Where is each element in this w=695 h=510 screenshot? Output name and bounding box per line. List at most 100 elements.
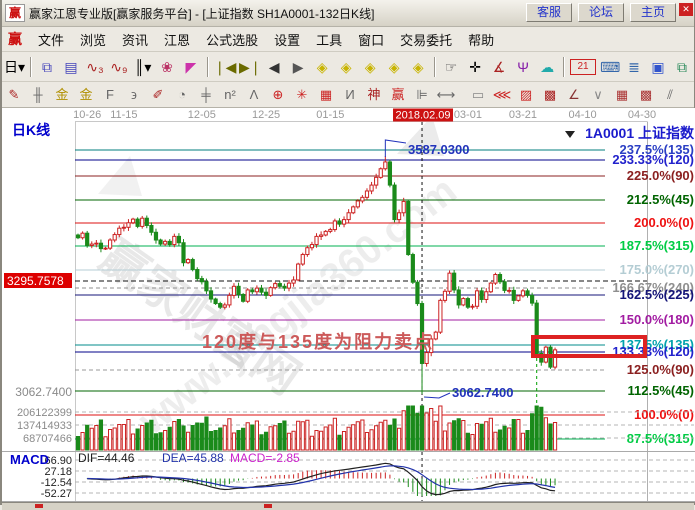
menu-item-3[interactable]: 江恩 bbox=[156, 30, 198, 49]
n-square-icon[interactable]: n² bbox=[218, 85, 242, 105]
a-line-icon[interactable]: Λ bbox=[242, 85, 266, 105]
export-icon[interactable]: ⧉ bbox=[670, 56, 694, 78]
grid-fence-icon[interactable]: ╪ bbox=[194, 85, 218, 105]
fit-screen-icon[interactable]: ◈ bbox=[406, 56, 430, 78]
candle-body bbox=[118, 228, 121, 234]
compress-bars-icon[interactable]: ◈ bbox=[382, 56, 406, 78]
menu-item-4[interactable]: 公式选股 bbox=[198, 30, 266, 49]
prev-bar-icon[interactable]: ◀ bbox=[262, 56, 286, 78]
gann-level-label: 162.5%(225) bbox=[620, 287, 694, 302]
v-line-icon[interactable]: ∨ bbox=[586, 85, 610, 105]
menu-item-9[interactable]: 帮助 bbox=[460, 30, 502, 49]
gold-grid2-icon[interactable]: 金 bbox=[74, 85, 98, 105]
grid-arrow-icon[interactable]: ▩ bbox=[634, 85, 658, 105]
compass-icon[interactable]: ⊕ bbox=[266, 85, 290, 105]
cloud-analysis-icon[interactable]: ☁ bbox=[535, 56, 559, 78]
menu-item-8[interactable]: 交易委托 bbox=[392, 30, 460, 49]
trend-angle-icon[interactable]: ∠ bbox=[562, 85, 586, 105]
home-button[interactable]: 主页 bbox=[630, 3, 676, 22]
calculator-icon[interactable]: ⌨ bbox=[598, 56, 622, 78]
volume-bar bbox=[173, 422, 176, 451]
volume-bar bbox=[150, 420, 153, 450]
rect-select-icon[interactable]: ▭ bbox=[466, 85, 490, 105]
volume-bar bbox=[292, 431, 295, 450]
volume-bar bbox=[90, 428, 93, 450]
candle-body bbox=[95, 243, 98, 244]
zoom-left-icon[interactable]: ◈ bbox=[310, 56, 334, 78]
service-button[interactable]: 客服 bbox=[526, 3, 572, 22]
wave-tool-icon[interactable]: И bbox=[338, 85, 362, 105]
kline-chart[interactable]: 赢家财富网www.yingjia360.com237.5%(135)233.33… bbox=[2, 108, 695, 502]
save-icon[interactable]: ▣ bbox=[646, 56, 670, 78]
menu-item-6[interactable]: 工具 bbox=[308, 30, 350, 49]
draw-pencil-icon[interactable]: ✎ bbox=[2, 85, 26, 105]
calendar-icon[interactable]: 21 bbox=[570, 59, 596, 75]
color-chart-icon[interactable]: ◤ bbox=[179, 56, 203, 78]
candle-body bbox=[76, 235, 79, 238]
volume-bar bbox=[342, 432, 345, 451]
date-tick: 10-26 bbox=[73, 109, 101, 121]
candle-body bbox=[361, 197, 364, 201]
next-bar-icon[interactable]: ▶ bbox=[286, 56, 310, 78]
candle-body bbox=[287, 283, 290, 288]
ruler-123-icon[interactable]: ⊫ bbox=[410, 85, 434, 105]
gann-pattern-icon[interactable]: ❀ bbox=[155, 56, 179, 78]
menu-item-1[interactable]: 浏览 bbox=[72, 30, 114, 49]
menu-item-0[interactable]: 文件 bbox=[30, 30, 72, 49]
goto-first-icon[interactable]: ❘◀ bbox=[212, 56, 237, 78]
candle-body bbox=[182, 243, 185, 263]
notes-icon[interactable]: ≣ bbox=[622, 56, 646, 78]
candle-body bbox=[242, 294, 245, 301]
fan-lines-icon[interactable]: ⋘ bbox=[490, 85, 514, 105]
box-grid-icon[interactable]: ▦ bbox=[314, 85, 338, 105]
candle-style-selector[interactable]: ║▾ bbox=[131, 56, 155, 78]
crosshair-icon[interactable]: ✛ bbox=[463, 56, 487, 78]
gold-grid1-icon[interactable]: 金 bbox=[50, 85, 74, 105]
window-overlay-icon[interactable]: ⧉ bbox=[35, 56, 59, 78]
gann-level-label: 125.0%(90) bbox=[627, 362, 694, 377]
spiral-icon[interactable]: ϶ bbox=[122, 85, 146, 105]
volume-bar bbox=[443, 431, 446, 450]
goto-last-icon[interactable]: ▶❘ bbox=[237, 56, 262, 78]
close-button[interactable]: ✕ bbox=[679, 3, 693, 16]
time-fence-icon[interactable]: ╫ bbox=[26, 85, 50, 105]
chart-small9-icon[interactable]: ∿₉ bbox=[107, 56, 131, 78]
star-burst-icon[interactable]: ✳ bbox=[290, 85, 314, 105]
zoom-right-icon[interactable]: ◈ bbox=[334, 56, 358, 78]
gann-level-label: 100.0%(0) bbox=[634, 407, 694, 422]
ying-tool-icon[interactable]: 赢 bbox=[386, 85, 410, 105]
quote-list-icon[interactable]: ☰ bbox=[690, 85, 694, 105]
expand-bars-icon[interactable]: ◈ bbox=[358, 56, 382, 78]
candle-body bbox=[86, 233, 89, 245]
forum-button[interactable]: 论坛 bbox=[578, 3, 624, 22]
candle-body bbox=[269, 288, 272, 296]
candle-body bbox=[320, 235, 323, 236]
gann-box-icon[interactable]: ▨ bbox=[514, 85, 538, 105]
period-day-selector[interactable]: 日▾ bbox=[2, 56, 26, 78]
bar-width-icon[interactable]: ⟷ bbox=[434, 85, 458, 105]
shen-tool-icon[interactable]: 神 bbox=[362, 85, 386, 105]
parallel-lines-icon[interactable]: ⫽ bbox=[658, 85, 682, 105]
pan-hand-icon[interactable]: ☞ bbox=[439, 56, 463, 78]
gann-wheel-icon[interactable]: Ψ bbox=[511, 56, 535, 78]
info-panel-icon[interactable]: ▤ bbox=[59, 56, 83, 78]
volume-axis-label: 68707466 bbox=[23, 433, 72, 445]
angle-measure-icon[interactable]: ∡ bbox=[487, 56, 511, 78]
volume-bar bbox=[287, 433, 290, 450]
chart-small3-icon[interactable]: ∿₃ bbox=[83, 56, 107, 78]
grid-small-icon[interactable]: ▦ bbox=[610, 85, 634, 105]
menu-item-2[interactable]: 资讯 bbox=[114, 30, 156, 49]
candle-body bbox=[104, 248, 107, 249]
f-ruler-icon[interactable]: F bbox=[98, 85, 122, 105]
menu-item-7[interactable]: 窗口 bbox=[350, 30, 392, 49]
menu-item-5[interactable]: 设置 bbox=[266, 30, 308, 49]
time-dial-icon[interactable]: ◔ bbox=[170, 85, 194, 105]
volume-bar bbox=[209, 432, 212, 451]
candle-body bbox=[521, 291, 524, 296]
candle-body bbox=[131, 219, 134, 223]
candle-body bbox=[251, 290, 254, 292]
shade-box-icon[interactable]: ▩ bbox=[538, 85, 562, 105]
volume-bar bbox=[118, 425, 121, 451]
date-tick: 01-15 bbox=[316, 109, 344, 121]
draw-pencil2-icon[interactable]: ✐ bbox=[146, 85, 170, 105]
